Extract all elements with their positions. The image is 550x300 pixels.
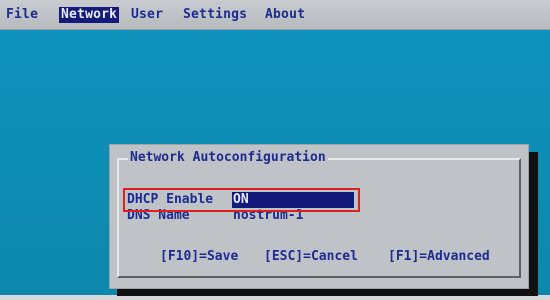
menu-file[interactable]: File	[6, 7, 38, 23]
dialog-shadow-right	[528, 152, 538, 296]
dialog-title: Network Autoconfiguration	[128, 149, 328, 167]
menu-about[interactable]: About	[265, 7, 305, 23]
dialog-shadow-bottom	[117, 288, 537, 296]
advanced-key-hint[interactable]: [F1]=Advanced	[388, 249, 490, 265]
menu-bar: File Network User Settings About	[0, 0, 550, 30]
save-key-hint[interactable]: [F10]=Save	[160, 249, 238, 265]
menu-user[interactable]: User	[131, 7, 163, 23]
menu-network[interactable]: Network	[59, 7, 120, 23]
network-autoconfiguration-dialog: Network Autoconfiguration DHCP Enable ON…	[109, 144, 529, 289]
annotation-highlight-box	[123, 188, 360, 212]
menu-settings[interactable]: Settings	[183, 7, 247, 23]
cancel-key-hint[interactable]: [ESC]=Cancel	[264, 249, 358, 265]
